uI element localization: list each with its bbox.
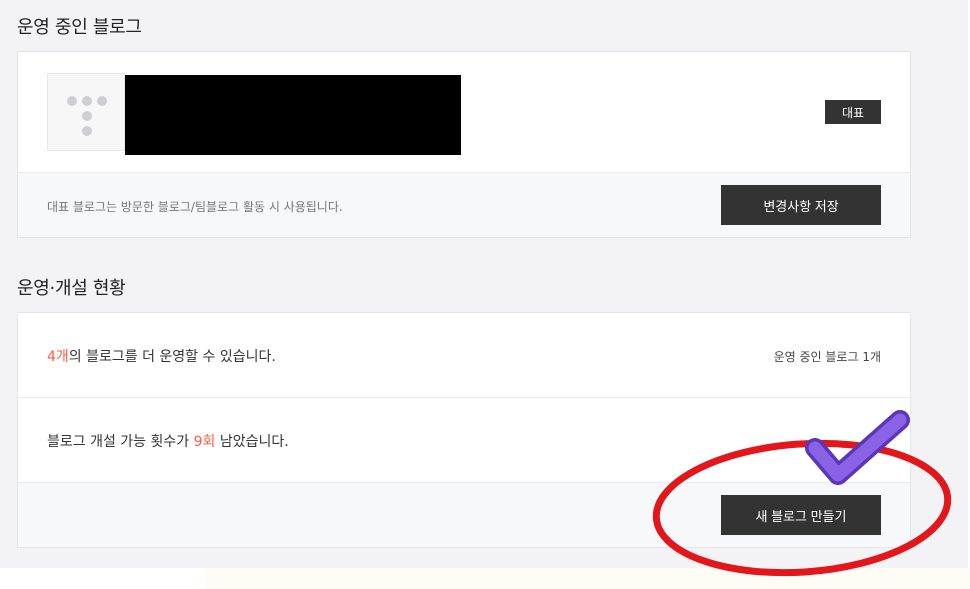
remaining-blogs-text: 4개의 블로그를 더 운영할 수 있습니다.	[47, 346, 276, 366]
operating-blog-card: 대표 대표 블로그는 방문한 블로그/팀블로그 활동 시 사용됩니다. 변경사항…	[17, 51, 911, 238]
operating-blog-count: 운영 중인 블로그 1개	[773, 350, 881, 364]
status-title: 운영·개설 현황	[17, 278, 126, 299]
blog-settings-page: 운영 중인 블로그 대표 대표 블로그는 방문한 블로그/팀블로그 활동 시 사…	[0, 0, 968, 568]
creation-count-suffix: 남았습니다.	[215, 434, 289, 450]
status-row-remaining-blogs: 4개의 블로그를 더 운영할 수 있습니다. 운영 중인 블로그 1개	[18, 313, 910, 398]
representative-badge: 대표	[825, 100, 881, 124]
blog-thumbnail	[47, 73, 125, 151]
save-row: 대표 블로그는 방문한 블로그/팀블로그 활동 시 사용됩니다. 변경사항 저장	[18, 173, 910, 237]
blog-row: 대표	[18, 52, 910, 173]
creation-count-text: 블로그 개설 가능 횟수가 9회 남았습니다.	[47, 431, 289, 451]
bottom-strip	[205, 568, 970, 589]
status-card: 4개의 블로그를 더 운영할 수 있습니다. 운영 중인 블로그 1개 블로그 …	[17, 312, 911, 548]
remaining-blogs-count: 4개	[47, 349, 69, 365]
remaining-blogs-label: 의 블로그를 더 운영할 수 있습니다.	[68, 349, 276, 365]
create-row: 새 블로그 만들기	[18, 483, 910, 547]
creation-count-value: 9회	[193, 434, 216, 450]
operating-blogs-title: 운영 중인 블로그	[17, 17, 142, 38]
creation-count-prefix: 블로그 개설 가능 횟수가	[47, 434, 194, 450]
redacted-blog-info	[125, 75, 461, 155]
representative-helper-text: 대표 블로그는 방문한 블로그/팀블로그 활동 시 사용됩니다.	[47, 200, 343, 214]
status-row-creation-count: 블로그 개설 가능 횟수가 9회 남았습니다.	[18, 398, 910, 483]
create-new-blog-button[interactable]: 새 블로그 만들기	[721, 495, 881, 535]
save-changes-button[interactable]: 변경사항 저장	[721, 185, 881, 225]
